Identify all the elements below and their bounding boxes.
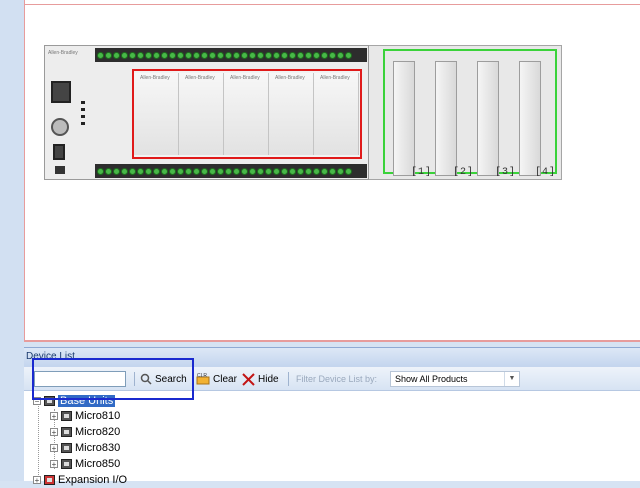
left-panel-strip: [0, 0, 24, 481]
expansion-io-icon: [44, 475, 55, 485]
expand-icon[interactable]: +: [50, 428, 58, 437]
plugin-slot[interactable]: Allen-Bradley: [179, 73, 224, 155]
controller-icon: [61, 427, 72, 437]
clear-label: Clear: [213, 373, 237, 385]
expand-icon[interactable]: +: [50, 460, 58, 469]
hide-button[interactable]: Hide: [242, 371, 279, 387]
device-tree: − Base Units + Micro810 + Micro820 + Mic…: [24, 391, 640, 486]
controller-icon: [61, 411, 72, 421]
plugin-slot[interactable]: Allen-Bradley: [269, 73, 314, 155]
expansion-label-3: [3]: [495, 167, 517, 178]
expand-icon[interactable]: +: [50, 412, 58, 421]
status-leds: [81, 101, 85, 129]
controller-body: Allen-Bradley Allen-Bradley Allen-Bradle…: [44, 45, 369, 180]
expansion-label-4: [4]: [535, 167, 557, 178]
tree-item-label: Micro850: [75, 458, 121, 470]
bottom-terminal-strip: [95, 164, 367, 178]
filter-value: Show All Products: [395, 374, 468, 384]
tree-item[interactable]: + Micro850: [50, 456, 120, 472]
tree-item-label: Micro820: [75, 426, 121, 438]
controller-icon: [61, 459, 72, 469]
expansion-module-area[interactable]: [1] [2] [3] [4]: [383, 49, 557, 178]
plugin-slot[interactable]: Allen-Bradley: [314, 73, 359, 155]
canvas-top-border: [25, 4, 640, 5]
brand-label: Allen-Bradley: [48, 50, 78, 56]
expand-icon[interactable]: +: [50, 444, 58, 453]
dropdown-arrow-icon[interactable]: ▼: [504, 372, 519, 386]
tree-item[interactable]: + Micro830: [50, 440, 120, 456]
expansion-slot-2[interactable]: [435, 61, 457, 176]
tree-root-expansion-io[interactable]: + Expansion I/O: [33, 472, 127, 488]
expand-icon[interactable]: +: [33, 476, 41, 485]
tree-item-label: Micro830: [75, 442, 121, 454]
hide-label: Hide: [258, 373, 279, 385]
plugin-slot[interactable]: Allen-Bradley: [134, 73, 179, 155]
filter-dropdown[interactable]: Show All Products ▼: [390, 371, 520, 387]
expansion-label-2: [2]: [453, 167, 475, 178]
clear-icon: CLR: [196, 373, 210, 385]
top-terminal-strip: [95, 48, 367, 62]
controller-icon: [61, 443, 72, 453]
usb-port: [53, 144, 65, 160]
tree-item[interactable]: + Micro820: [50, 424, 120, 440]
expansion-slot-4[interactable]: [519, 61, 541, 176]
svg-text:CLR: CLR: [197, 373, 207, 379]
tree-item[interactable]: + Micro810: [50, 408, 120, 424]
annotation-highlight-box: [32, 358, 194, 400]
tree-item-label: Micro810: [75, 410, 121, 422]
tree-root-label: Expansion I/O: [58, 474, 128, 486]
plugin-module-area[interactable]: Allen-Bradley Allen-Bradley Allen-Bradle…: [132, 69, 362, 159]
toolbar-separator: [288, 372, 289, 386]
ethernet-port: [51, 81, 71, 103]
clear-button[interactable]: CLR Clear: [196, 371, 237, 387]
plugin-slot[interactable]: Allen-Bradley: [224, 73, 269, 155]
expansion-slot-1[interactable]: [393, 61, 415, 176]
expansion-slot-3[interactable]: [477, 61, 499, 176]
serial-port: [51, 118, 69, 136]
hide-icon: [242, 372, 255, 386]
filter-label: Filter Device List by:: [296, 374, 378, 384]
micro850-controller[interactable]: Allen-Bradley Allen-Bradley Allen-Bradle…: [44, 45, 562, 180]
expansion-label-1: [1]: [411, 167, 433, 178]
aux-port: [55, 166, 65, 174]
